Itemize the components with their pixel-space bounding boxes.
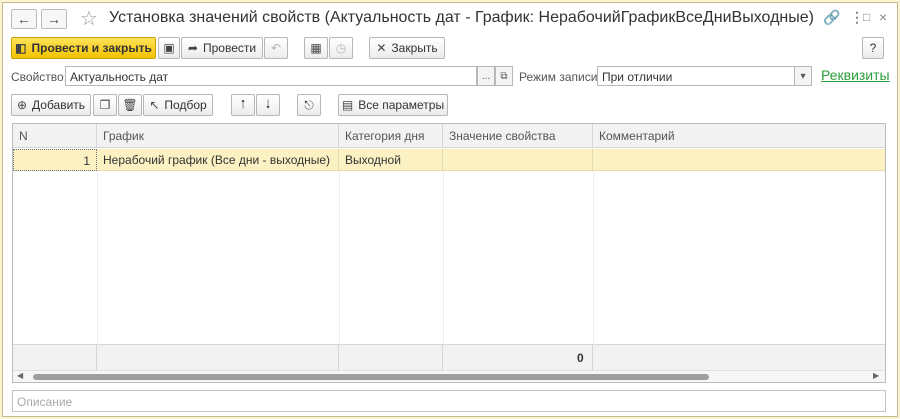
close-icon[interactable]: × bbox=[879, 9, 887, 25]
table-params-icon: ▤ bbox=[341, 98, 354, 112]
save-icon: ▣ bbox=[163, 41, 175, 55]
close-button[interactable]: ✕ Закрыть bbox=[369, 37, 445, 59]
cell-comment[interactable] bbox=[593, 149, 885, 171]
column-divider bbox=[339, 171, 340, 344]
scroll-left-icon[interactable]: ◀ bbox=[17, 371, 23, 380]
cursor-icon: ↖ bbox=[149, 98, 160, 112]
property-input[interactable]: Актуальность дат bbox=[65, 66, 477, 86]
column-header-n[interactable]: N bbox=[13, 124, 97, 148]
values-table[interactable]: N График Категория дня Значение свойства… bbox=[12, 123, 886, 383]
cell-value[interactable] bbox=[443, 149, 593, 171]
property-label: Свойство: bbox=[11, 70, 68, 84]
forward-arrow-icon: → bbox=[47, 11, 61, 27]
scroll-right-icon[interactable]: ▶ bbox=[873, 371, 879, 380]
post-button[interactable]: ➦ Провести bbox=[181, 37, 263, 59]
undo-post-button[interactable]: ↶ bbox=[264, 37, 288, 59]
back-arrow-icon: ← bbox=[17, 11, 31, 27]
pick-button[interactable]: ↖ Подбор bbox=[143, 94, 213, 116]
footer-cell bbox=[443, 345, 593, 371]
table-report-icon: ▦ bbox=[310, 41, 322, 55]
table-row[interactable]: 1 Нерабочий график (Все дни - выходные) … bbox=[13, 149, 885, 171]
post-and-close-button[interactable]: ◧ Провести и закрыть bbox=[11, 37, 156, 59]
ellipsis-icon: ... bbox=[481, 70, 491, 82]
form-window: ← → ☆ Установка значений свойств (Актуал… bbox=[2, 2, 898, 417]
column-divider bbox=[443, 171, 444, 344]
column-header-comment[interactable]: Комментарий bbox=[593, 124, 885, 148]
move-up-button[interactable]: 🠑 bbox=[231, 94, 255, 116]
open-link-icon: ⧉ bbox=[500, 70, 508, 82]
delete-row-button[interactable]: 🗑 bbox=[118, 94, 142, 116]
all-params-label: Все параметры bbox=[358, 98, 445, 112]
post-arrow-icon: ➦ bbox=[187, 41, 198, 55]
save-button[interactable]: ▣ bbox=[158, 37, 180, 59]
description-input[interactable]: Описание bbox=[12, 390, 886, 412]
title-bar: ← → ☆ Установка значений свойств (Актуал… bbox=[3, 3, 897, 33]
pick-label: Подбор bbox=[164, 98, 207, 112]
cell-n[interactable]: 1 bbox=[13, 149, 97, 171]
copy-row-button[interactable]: ❐ bbox=[93, 94, 117, 116]
star-icon[interactable]: ☆ bbox=[80, 6, 98, 31]
table-footer: 0 bbox=[13, 344, 885, 371]
arrow-down-icon: 🠓 bbox=[265, 96, 271, 111]
close-label: Закрыть bbox=[391, 41, 438, 55]
mode-dropdown-button[interactable]: ▾ bbox=[794, 66, 812, 86]
add-row-button[interactable]: ⊕ Добавить bbox=[11, 94, 91, 116]
help-button[interactable]: ? bbox=[862, 37, 884, 59]
requisites-link[interactable]: Реквизиты bbox=[821, 67, 890, 83]
post-close-icon: ◧ bbox=[15, 41, 27, 55]
scrollbar-thumb[interactable] bbox=[33, 374, 709, 380]
fill-down-icon: ⎋ bbox=[304, 97, 314, 112]
mode-label: Режим записи: bbox=[519, 70, 601, 84]
footer-total: 0 bbox=[577, 351, 584, 365]
table-header: N График Категория дня Значение свойства… bbox=[13, 124, 885, 148]
post-and-close-label: Провести и закрыть bbox=[31, 41, 152, 55]
history-button[interactable]: ◷ bbox=[329, 37, 353, 59]
post-label: Провести bbox=[202, 41, 257, 55]
chevron-down-icon: ▾ bbox=[800, 70, 806, 82]
mode-select[interactable]: При отличии bbox=[597, 66, 795, 86]
maximize-icon[interactable]: □ bbox=[863, 10, 870, 24]
column-header-day-category[interactable]: Категория дня bbox=[339, 124, 443, 148]
all-params-button[interactable]: ▤ Все параметры bbox=[338, 94, 448, 116]
history-icon: ◷ bbox=[335, 41, 347, 55]
plus-circle-icon: ⊕ bbox=[16, 98, 28, 112]
horizontal-scrollbar[interactable]: ◀ ▶ bbox=[13, 370, 885, 382]
cell-schedule[interactable]: Нерабочий график (Все дни - выходные) bbox=[97, 149, 339, 171]
trash-icon: 🗑 bbox=[122, 98, 138, 112]
undo-icon: ↶ bbox=[270, 41, 282, 55]
link-icon[interactable]: 🔗 bbox=[823, 9, 840, 26]
footer-cell bbox=[13, 345, 97, 371]
page-title: Установка значений свойств (Актуальность… bbox=[109, 9, 814, 26]
property-open-button[interactable]: ⧉ bbox=[495, 66, 513, 86]
copy-icon: ❐ bbox=[99, 98, 111, 112]
column-divider bbox=[593, 171, 594, 344]
property-select-button[interactable]: ... bbox=[477, 66, 495, 86]
more-icon[interactable]: ⋮ bbox=[850, 9, 864, 26]
add-label: Добавить bbox=[32, 98, 86, 112]
cell-day-category[interactable]: Выходной bbox=[339, 149, 443, 171]
report-button[interactable]: ▦ bbox=[304, 37, 328, 59]
forward-button[interactable]: → bbox=[41, 9, 67, 29]
help-label: ? bbox=[869, 41, 877, 55]
arrow-up-icon: 🠑 bbox=[240, 96, 246, 111]
back-button[interactable]: ← bbox=[11, 9, 37, 29]
close-x-icon: ✕ bbox=[376, 41, 387, 55]
column-header-value[interactable]: Значение свойства bbox=[443, 124, 593, 148]
column-header-schedule[interactable]: График bbox=[97, 124, 339, 148]
footer-cell bbox=[97, 345, 339, 371]
move-down-button[interactable]: 🠓 bbox=[256, 94, 280, 116]
fill-button[interactable]: ⎋ bbox=[297, 94, 321, 116]
column-divider bbox=[97, 171, 98, 344]
footer-cell bbox=[339, 345, 443, 371]
